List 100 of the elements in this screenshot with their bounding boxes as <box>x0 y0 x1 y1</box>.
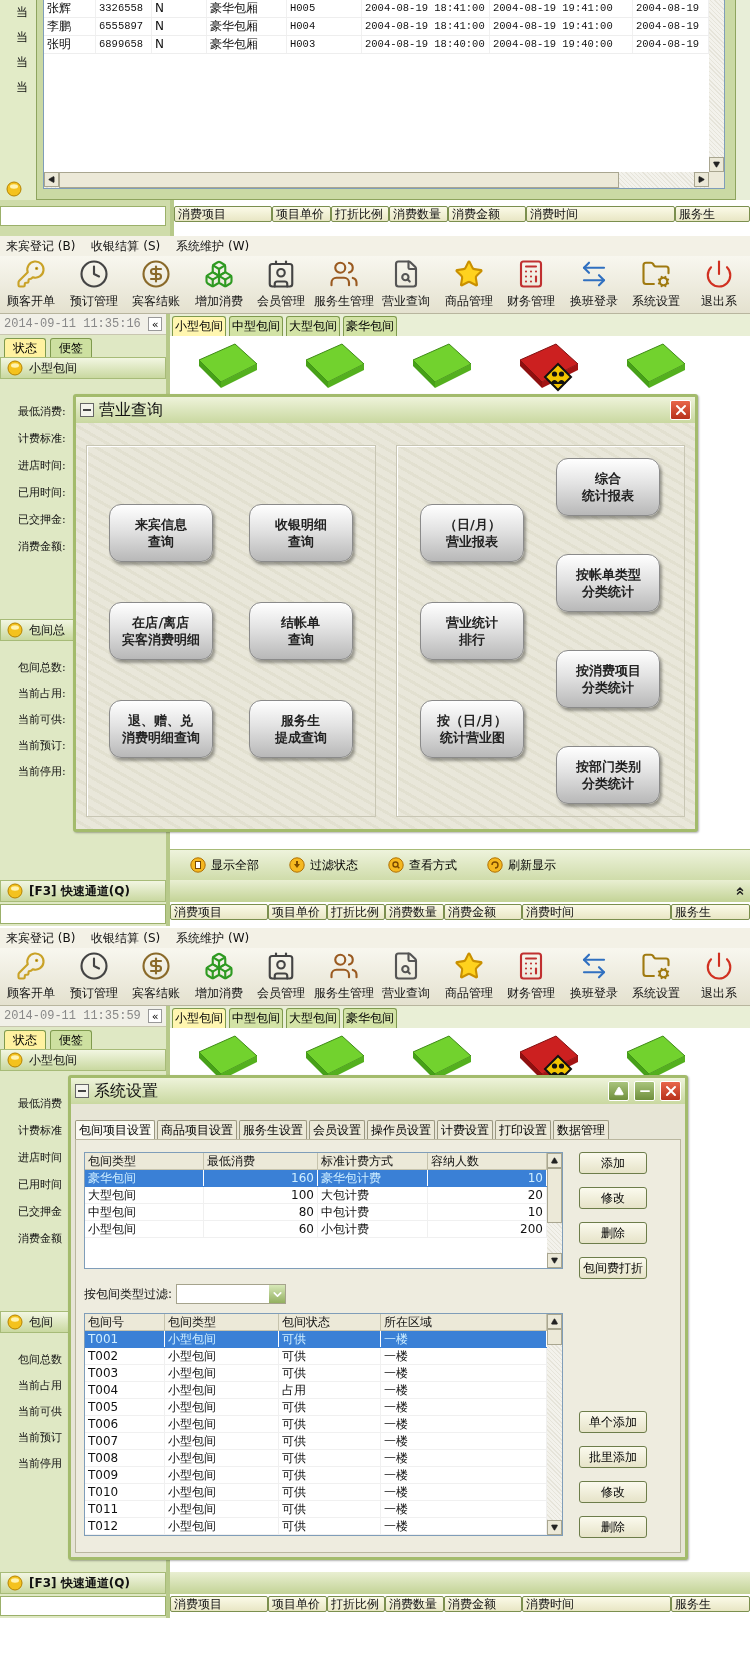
menu-item[interactable]: 系统维护 (W) <box>176 237 250 255</box>
menu-item[interactable]: 来宾登记 (B) <box>6 237 76 255</box>
toolbar-button[interactable]: 顾客开单 <box>0 948 63 1005</box>
table-row[interactable]: 大型包间 100 大包计费 20 <box>85 1187 547 1204</box>
table-row[interactable]: T001 小型包间 可供 一楼 <box>85 1331 547 1348</box>
toolbar-button[interactable]: 服务生管理 <box>312 948 375 1005</box>
tab[interactable]: 状态 <box>4 1030 46 1049</box>
report-button[interactable]: 按帐单类型 分类统计 <box>556 554 661 612</box>
scrollbar-thumb[interactable] <box>547 1329 562 1345</box>
report-button[interactable]: 在店/离店 宾客消费明细 <box>108 602 213 660</box>
collapse-button[interactable]: « <box>148 1009 162 1023</box>
table-row[interactable]: 豪华包间 160 豪华包计费 10 <box>85 1170 547 1187</box>
scrollbar-track[interactable] <box>44 172 724 188</box>
report-button[interactable]: 来宾信息 查询 <box>108 504 213 562</box>
tab[interactable]: 便签 <box>50 1030 92 1049</box>
toolbar-button[interactable]: 宾客结账 <box>125 256 188 313</box>
table-row[interactable]: T004 小型包间 占用 一楼 <box>85 1382 547 1399</box>
action-button[interactable]: 删除 <box>579 1516 647 1538</box>
action-button[interactable]: 修改 <box>579 1481 647 1503</box>
toolbar-button[interactable]: 系统设置 <box>625 256 688 313</box>
report-button[interactable]: 服务生 提成查询 <box>248 700 353 758</box>
input-field[interactable] <box>0 904 166 924</box>
double-chevron-up-icon[interactable] <box>734 885 746 897</box>
close-button[interactable] <box>660 1081 681 1101</box>
tab[interactable]: 打印设置 <box>495 1120 551 1139</box>
toolbar-button[interactable]: 预订管理 <box>62 948 125 1005</box>
column-header[interactable]: 包间类型 <box>165 1314 279 1331</box>
toolbar-button[interactable]: 财务管理 <box>500 948 563 1005</box>
tab[interactable]: 计费设置 <box>437 1120 493 1139</box>
toolbar-button[interactable]: 增加消费 <box>187 256 250 313</box>
toolbar-button[interactable]: 财务管理 <box>500 256 563 313</box>
toolbar-button[interactable]: 营业查询 <box>375 948 438 1005</box>
toolbar-button[interactable]: 商品管理 <box>437 256 500 313</box>
scroll-right-button[interactable] <box>694 172 709 187</box>
collapse-button[interactable]: « <box>148 317 162 331</box>
column-header[interactable]: 标准计费方式 <box>318 1153 428 1170</box>
tab[interactable]: 会员设置 <box>309 1120 365 1139</box>
tab[interactable]: 大型包间 <box>286 316 340 336</box>
report-button[interactable]: 综合 统计报表 <box>556 458 661 516</box>
table-row[interactable]: T006 小型包间 可供 一楼 <box>85 1416 547 1433</box>
column-header[interactable]: 包间类型 <box>85 1153 204 1170</box>
action-button[interactable]: 过滤状态 <box>289 856 358 874</box>
input-field[interactable] <box>0 206 166 226</box>
scroll-up-button[interactable] <box>547 1153 562 1168</box>
filter-dropdown[interactable] <box>176 1284 287 1304</box>
menu-item[interactable]: 收银结算 (S) <box>91 929 161 947</box>
toolbar-button[interactable]: 营业查询 <box>375 256 438 313</box>
table-row[interactable]: T007 小型包间 可供 一楼 <box>85 1433 547 1450</box>
column-header[interactable]: 所在区域 <box>381 1314 547 1331</box>
tab[interactable]: 中型包间 <box>229 316 283 336</box>
scroll-up-button[interactable] <box>547 1314 562 1329</box>
tab[interactable]: 操作员设置 <box>367 1120 435 1139</box>
table-row[interactable]: T005 小型包间 可供 一楼 <box>85 1399 547 1416</box>
menu-item[interactable]: 收银结算 (S) <box>91 237 161 255</box>
scrollbar-thumb[interactable] <box>547 1168 562 1223</box>
column-header[interactable]: 最低消费 <box>204 1153 318 1170</box>
tab[interactable]: 商品项目设置 <box>157 1120 237 1139</box>
tab[interactable]: 小型包间 <box>172 1008 226 1028</box>
report-button[interactable]: 收银明细 查询 <box>248 504 353 562</box>
toolbar-button[interactable]: 退出系 <box>687 256 750 313</box>
action-button[interactable]: 添加 <box>579 1152 647 1174</box>
tab[interactable]: 豪华包间 <box>343 316 397 336</box>
action-button[interactable]: 删除 <box>579 1222 647 1244</box>
toolbar-button[interactable]: 预订管理 <box>62 256 125 313</box>
action-button[interactable]: 修改 <box>579 1187 647 1209</box>
table-row[interactable]: T003 小型包间 可供 一楼 <box>85 1365 547 1382</box>
column-header[interactable]: 包间状态 <box>279 1314 381 1331</box>
action-button[interactable]: 包间费打折 <box>579 1257 647 1279</box>
report-button[interactable]: 结帐单 查询 <box>248 602 353 660</box>
tab[interactable]: 大型包间 <box>286 1008 340 1028</box>
scroll-down-button[interactable] <box>547 1253 562 1268</box>
toolbar-button[interactable]: 服务生管理 <box>312 256 375 313</box>
tab[interactable]: 状态 <box>4 338 46 357</box>
report-button[interactable]: 营业统计 排行 <box>420 602 525 660</box>
toolbar-button[interactable]: 增加消费 <box>187 948 250 1005</box>
tab[interactable]: 服务生设置 <box>239 1120 307 1139</box>
up-button[interactable] <box>608 1081 629 1101</box>
toolbar-button[interactable]: 换班登录 <box>562 948 625 1005</box>
column-header[interactable]: 包间号 <box>85 1314 165 1331</box>
action-button[interactable]: 显示全部 <box>190 856 259 874</box>
scroll-down-button[interactable] <box>547 1520 562 1535</box>
toolbar-button[interactable]: 宾客结账 <box>125 948 188 1005</box>
menu-item[interactable]: 系统维护 (W) <box>176 929 250 947</box>
scroll-left-button[interactable] <box>44 172 59 187</box>
toolbar-button[interactable]: 换班登录 <box>562 256 625 313</box>
table-row[interactable]: 小型包间 60 小包计费 200 <box>85 1221 547 1238</box>
close-button[interactable] <box>670 400 691 420</box>
table-row[interactable]: T008 小型包间 可供 一楼 <box>85 1450 547 1467</box>
table-row[interactable]: T009 小型包间 可供 一楼 <box>85 1467 547 1484</box>
table-row[interactable]: T002 小型包间 可供 一楼 <box>85 1348 547 1365</box>
tab[interactable]: 小型包间 <box>172 316 226 336</box>
report-button[interactable]: 按（日/月） 统计营业图 <box>420 700 525 758</box>
action-button[interactable]: 批里添加 <box>579 1446 647 1468</box>
input-field[interactable] <box>0 1596 166 1616</box>
table-row[interactable]: T012 小型包间 可供 一楼 <box>85 1518 547 1535</box>
table-row[interactable]: T010 小型包间 可供 一楼 <box>85 1484 547 1501</box>
tab[interactable]: 便签 <box>50 338 92 357</box>
window-menu-icon[interactable] <box>80 403 94 417</box>
minimize-button[interactable] <box>634 1081 655 1101</box>
scrollbar-thumb[interactable] <box>59 172 619 188</box>
